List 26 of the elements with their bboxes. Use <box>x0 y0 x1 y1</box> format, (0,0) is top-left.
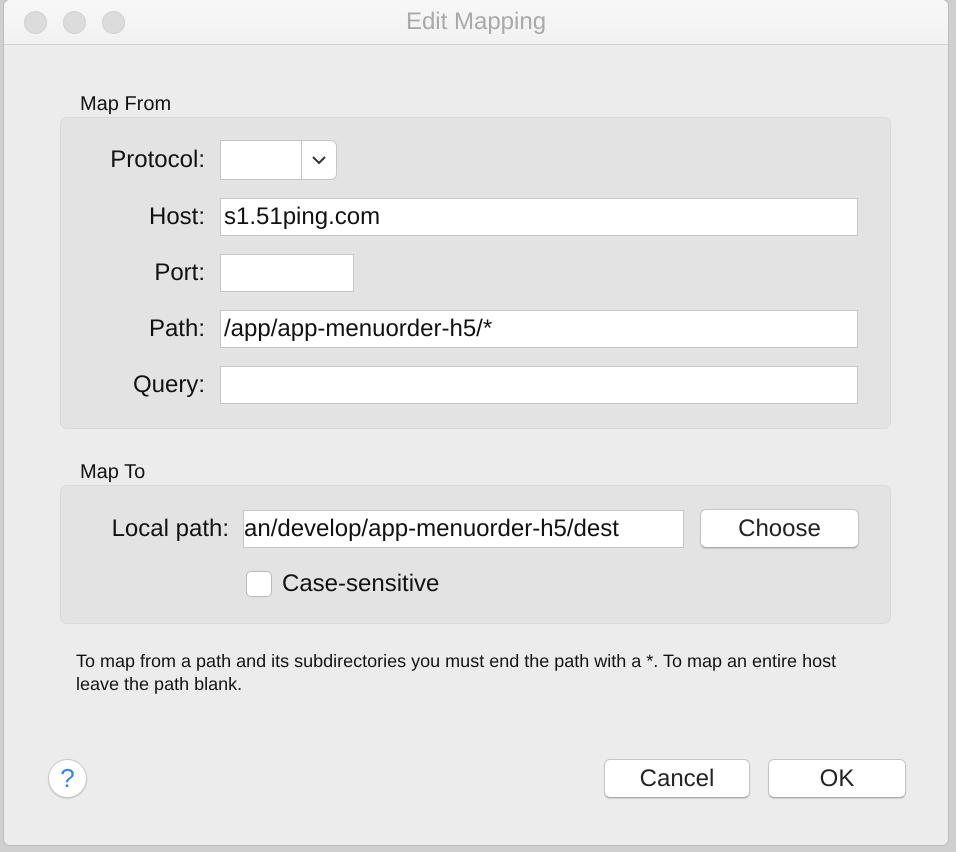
protocol-dropdown[interactable] <box>220 140 337 180</box>
input-field[interactable]: s1.51ping.com <box>220 198 858 236</box>
window-title: Edit Mapping <box>406 8 546 36</box>
field-label: Local path: <box>110 514 229 542</box>
field-label: Host: <box>148 203 205 231</box>
checkbox-label: Case-sensitive <box>282 570 440 598</box>
local-path-field[interactable]: an/develop/app-menuorder-h5/dest <box>243 510 684 548</box>
window-control-button[interactable] <box>63 10 86 34</box>
input-field[interactable] <box>220 366 858 404</box>
window-control-button[interactable] <box>102 10 125 34</box>
chevron-down-icon <box>312 156 326 164</box>
input-field[interactable]: /app/app-menuorder-h5/* <box>220 310 858 348</box>
choose-button[interactable]: Choose <box>700 509 859 548</box>
ok-button[interactable]: OK <box>768 759 906 798</box>
help-button[interactable]: ? <box>48 759 87 798</box>
field-label: Port: <box>153 259 205 287</box>
checkbox[interactable] <box>246 571 272 597</box>
field-label: Query: <box>132 371 205 399</box>
field-label: Protocol: <box>109 146 205 174</box>
input-field[interactable] <box>220 254 354 292</box>
field-label: Path: <box>148 315 205 343</box>
cancel-button[interactable]: Cancel <box>604 759 750 798</box>
section-title: Map To <box>80 460 146 484</box>
help-text: To map from a path and its subdirectories you must end the path with a *. To map an entire host leave the path blank. <box>76 650 838 696</box>
section-title: Map From <box>80 92 172 116</box>
window-control-button[interactable] <box>24 10 47 34</box>
